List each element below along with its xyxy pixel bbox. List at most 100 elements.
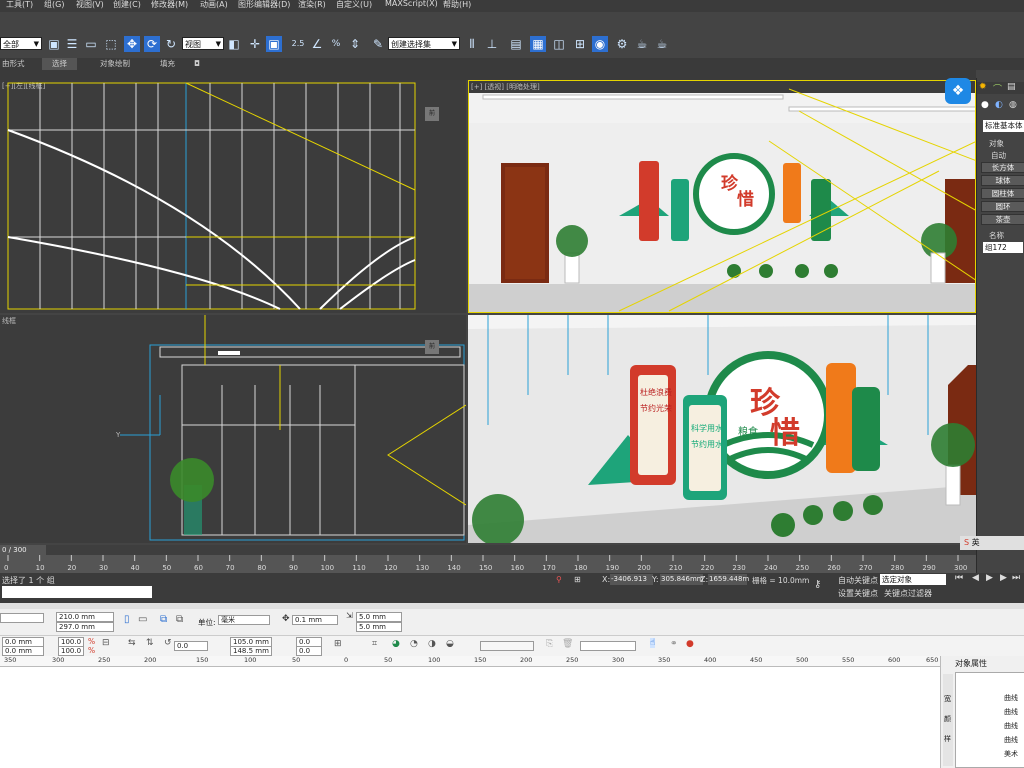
align-icon[interactable]: ⊥ <box>484 36 500 52</box>
torus-button[interactable]: 圆环 <box>981 201 1024 212</box>
layer-icon[interactable]: ▤ <box>508 36 524 52</box>
copy-props-icon[interactable]: ⎘ <box>546 639 553 649</box>
page-size-dropdown[interactable] <box>0 613 44 623</box>
auto-key-button[interactable]: 自动关键点 <box>838 575 878 586</box>
viewport-perspective[interactable]: [+] [透视] [明暗处理] 珍 惜 <box>468 80 976 313</box>
autogrid-checkbox[interactable]: 自动 <box>991 150 1006 161</box>
render-icon[interactable]: ☕ <box>634 36 650 52</box>
percent-snap-icon[interactable]: % <box>328 36 344 52</box>
weld-icon[interactable]: ◕ <box>392 639 400 649</box>
hierarchy-tab-icon[interactable]: ▤ <box>1007 82 1016 92</box>
all-pages-icon[interactable]: ⧉ <box>160 614 167 625</box>
goto-end-icon[interactable]: ⏭ <box>1012 573 1020 583</box>
obj-item[interactable]: 曲线 <box>1004 693 1018 703</box>
edit-named-sel-icon[interactable]: ✎ <box>370 36 386 52</box>
next-frame-icon[interactable]: ▶ <box>1000 573 1007 583</box>
window-crossing-icon[interactable]: ⬚ <box>103 36 119 52</box>
menu-view[interactable]: 视图(V) <box>76 0 104 10</box>
menu-tools[interactable]: 工具(T) <box>6 0 33 10</box>
angle-snap-icon[interactable]: ∠ <box>309 36 325 52</box>
selected-set-dropdown[interactable]: 选定对象 <box>880 574 946 585</box>
viewport-top[interactable]: 线框 Y 前 <box>0 315 466 543</box>
z-coord-field[interactable]: 1659.448m <box>708 574 749 585</box>
teapot-button[interactable]: 茶壶 <box>981 214 1024 225</box>
named-selection-set[interactable]: 创建选择集 ▼ <box>388 37 460 50</box>
lock-ratio-icon[interactable]: ⊟ <box>102 638 110 648</box>
ribbon-tab-populate[interactable]: 填充 <box>160 58 175 70</box>
select-by-name-icon[interactable]: ☰ <box>64 36 80 52</box>
viewport-left[interactable]: [+][左][线框] 前 <box>0 80 466 313</box>
menu-maxscript[interactable]: MAXScript(X) <box>385 0 438 8</box>
y-coord-field[interactable]: 305.846mm <box>660 574 704 585</box>
pivot-icon[interactable]: ◧ <box>226 36 242 52</box>
simplify-icon[interactable]: ◒ <box>446 639 454 649</box>
prev-frame-icon[interactable]: ◀ <box>972 573 979 583</box>
ribbon-tab-selection[interactable]: 选择 <box>42 58 77 70</box>
obj-item[interactable]: 曲线 <box>1004 721 1018 731</box>
set-key-button[interactable]: 设置关键点 <box>838 588 878 599</box>
primitive-type-dropdown[interactable]: 标准基本体 <box>983 120 1024 132</box>
select-manipulate-icon[interactable]: ✛ <box>247 36 263 52</box>
shape-tool-icon[interactable]: ⚭ <box>670 639 678 649</box>
maxscript-listener[interactable] <box>2 586 152 598</box>
nudge-field[interactable]: 0.1 mm <box>292 615 338 625</box>
color-icon[interactable]: ● <box>686 639 694 649</box>
intersect-icon[interactable]: ◑ <box>428 639 436 649</box>
name-color-rollout[interactable]: 名称 <box>989 230 1004 241</box>
graphite-icon[interactable]: ▦ <box>530 36 546 52</box>
curve-editor-icon[interactable]: ◫ <box>551 36 567 52</box>
lock-icon[interactable]: ⚲ <box>556 575 562 584</box>
create-tab-icon[interactable]: ✹ <box>979 82 987 92</box>
menu-animation[interactable]: 动画(A) <box>200 0 228 10</box>
scale-y-field[interactable]: 100.0 <box>58 646 84 656</box>
rotate-icon[interactable]: ⟳ <box>144 36 160 52</box>
x-coord-field[interactable]: -3406.913 <box>610 574 653 585</box>
ribbon-toggle-icon[interactable]: ◘ <box>194 58 200 70</box>
object-type-rollout[interactable]: 对象 <box>989 138 1004 149</box>
key-filters-button[interactable]: 关键点过滤器 <box>884 588 932 599</box>
material-editor-icon[interactable]: ◉ <box>592 36 608 52</box>
sphere-button[interactable]: 球体 <box>981 175 1024 186</box>
geometry-icon[interactable]: ● <box>981 100 989 110</box>
time-slider[interactable]: 0 / 300 <box>0 545 46 555</box>
obj-item[interactable]: 美术 <box>1004 749 1018 759</box>
viewcube-icon[interactable]: 前 <box>425 340 439 354</box>
selection-filter[interactable]: 全部 ▼ <box>0 37 42 50</box>
relative-pos-icon[interactable]: ⊞ <box>334 639 342 649</box>
menu-graph-editors[interactable]: 图形编辑器(D) <box>238 0 290 10</box>
menu-customize[interactable]: 自定义(U) <box>336 0 372 10</box>
move-icon[interactable]: ✥ <box>124 36 140 52</box>
outline-width-dropdown[interactable] <box>480 641 534 651</box>
track-bar[interactable]: 0 10 20 30 40 50 60 70 80 90 100 110 120 130 140 150 160… <box>0 555 976 573</box>
skew-b-field[interactable]: 0.0 <box>296 646 322 656</box>
render-setup-icon[interactable]: ⚙ <box>614 36 630 52</box>
ime-bar[interactable]: S 英 <box>960 536 1024 550</box>
menu-help[interactable]: 帮助(H) <box>443 0 471 10</box>
ref-coord-dropdown[interactable]: 视图 ▼ <box>182 37 224 50</box>
select-object-icon[interactable]: ▣ <box>46 36 62 52</box>
goto-start-icon[interactable]: ⏮ <box>955 573 963 583</box>
lights-icon[interactable]: ◍ <box>1009 100 1017 110</box>
ribbon-tab-object-paint[interactable]: 对象绘制 <box>100 58 130 70</box>
modify-tab-icon[interactable]: ⌒ <box>993 82 1002 95</box>
current-page-icon[interactable]: ⧉ <box>176 614 183 625</box>
pos-y-field[interactable]: 0.0 mm <box>2 646 44 656</box>
menu-rendering[interactable]: 渲染(R) <box>298 0 326 10</box>
obj-item[interactable]: 曲线 <box>1004 707 1018 717</box>
style-dropdown[interactable] <box>580 641 636 651</box>
dup-distance-x[interactable]: 5.0 mm <box>356 612 402 622</box>
schematic-icon[interactable]: ⊞ <box>572 36 588 52</box>
landscape-icon[interactable]: ▭ <box>138 614 147 625</box>
box-button[interactable]: 长方体 <box>981 162 1024 173</box>
menu-create[interactable]: 创建(C) <box>113 0 141 10</box>
mirror-v-icon[interactable]: ⇅ <box>146 638 154 648</box>
play-icon[interactable]: ▶ <box>986 573 993 583</box>
dup-distance-y[interactable]: 5.0 mm <box>356 622 402 632</box>
rotation-field[interactable]: 0.0 <box>174 641 208 651</box>
select-region-icon[interactable]: ▭ <box>83 36 99 52</box>
cylinder-button[interactable]: 圆柱体 <box>981 188 1024 199</box>
ribbon-tab-modeling[interactable]: 由形式 <box>2 58 25 70</box>
spinner-snap-icon[interactable]: ⇕ <box>347 36 363 52</box>
delete-icon[interactable]: 🗑 <box>562 639 573 649</box>
scale-icon[interactable]: ↻ <box>163 36 179 52</box>
